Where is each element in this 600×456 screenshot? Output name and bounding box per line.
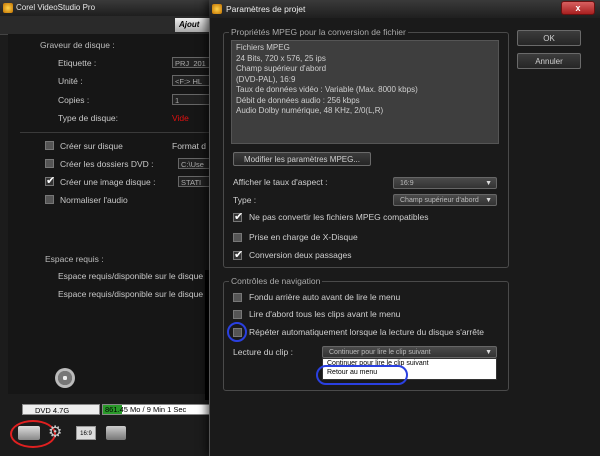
gear-icon[interactable]: ⚙ xyxy=(48,425,66,441)
no-convert-mpeg-label: Ne pas convertir les fichiers MPEG compa… xyxy=(249,212,429,222)
auto-repeat-label: Répéter automatiquement lorsque la lectu… xyxy=(249,327,485,337)
create-on-disc-checkbox[interactable] xyxy=(45,141,54,150)
info-line: Taux de données vidéo : Variable (Max. 8… xyxy=(236,85,418,94)
info-line: 24 Bits, 720 x 576, 25 ips xyxy=(236,53,326,63)
navigation-group-title: Contrôles de navigation xyxy=(229,276,323,286)
disc-usage-text: 861.45 Mo / 9 Min 1 Sec xyxy=(105,405,187,414)
disc-writer-header: Graveur de disque : xyxy=(40,40,115,50)
clip-playback-dropdown[interactable]: Continuer pour lire le clip suivant ▼ xyxy=(322,346,497,358)
info-line: (DVD-PAL), 16:9 xyxy=(236,74,296,84)
modify-mpeg-button[interactable]: Modifier les paramètres MPEG... xyxy=(233,152,371,166)
clip-playback-value: Continuer pour lire le clip suivant xyxy=(329,349,431,356)
dialog-app-icon xyxy=(212,4,222,14)
highlight-circle xyxy=(227,322,247,342)
ok-button[interactable]: OK xyxy=(517,30,581,46)
normalize-audio-label: Normaliser l'audio xyxy=(60,195,128,205)
create-disc-image-label: Créer une image disque : xyxy=(60,177,156,187)
divider xyxy=(20,132,210,133)
two-pass-checkbox[interactable]: ✔ xyxy=(233,249,244,261)
disc-image-path[interactable]: STATI xyxy=(178,176,210,187)
drive-select[interactable]: <F:> HL xyxy=(172,75,210,86)
space-line-2: Espace requis/disponible sur le disque xyxy=(58,289,204,299)
aspect-value: 16:9 xyxy=(400,180,414,187)
aspect-dropdown[interactable]: 16:9 ▼ xyxy=(393,177,497,189)
dialog-title: Paramètres de projet xyxy=(209,0,600,18)
app-logo-icon xyxy=(3,3,13,13)
checkmark-icon: ✔ xyxy=(234,211,244,223)
label-input[interactable]: PRJ_201 xyxy=(172,57,210,68)
checkmark-icon: ✔ xyxy=(46,175,56,187)
create-dvd-folders-checkbox[interactable] xyxy=(45,159,54,168)
copies-field-label: Copies : xyxy=(58,95,90,105)
aspect-label: Afficher le taux d'aspect : xyxy=(233,177,328,187)
disc-usage-bar: 861.45 Mo / 9 Min 1 Sec xyxy=(102,404,210,415)
two-pass-label: Conversion deux passages xyxy=(249,250,352,260)
cancel-button[interactable]: Annuler xyxy=(517,53,581,69)
play-all-first-label: Lire d'abord tous les clips avant le men… xyxy=(249,309,401,319)
copies-input[interactable]: 1 xyxy=(172,94,210,105)
x-disc-label: Prise en charge de X-Disque xyxy=(249,232,358,242)
disc-type-label: Type de disque: xyxy=(58,113,119,123)
space-header: Espace requis : xyxy=(45,254,104,264)
ajout-button[interactable]: Ajout xyxy=(175,18,211,32)
checkmark-icon: ✔ xyxy=(234,249,244,261)
normalize-audio-checkbox[interactable] xyxy=(45,195,54,204)
space-line-1: Espace requis/disponible sur le disque xyxy=(58,271,204,281)
info-line: Débit de données audio : 256 kbps xyxy=(236,95,360,105)
chevron-down-icon: ▼ xyxy=(485,180,492,187)
fade-menu-label: Fondu arrière auto avant de lire le menu xyxy=(249,292,401,302)
dvd-folders-path[interactable]: C:\Use xyxy=(178,158,210,169)
type-dropdown[interactable]: Champ supérieur d'abord ▼ xyxy=(393,194,497,206)
chevron-down-icon: ▼ xyxy=(485,197,492,204)
print-icon[interactable] xyxy=(106,426,126,440)
x-disc-checkbox[interactable] xyxy=(233,233,242,242)
create-disc-image-checkbox[interactable]: ✔ xyxy=(45,175,56,187)
create-on-disc-label: Créer sur disque xyxy=(60,141,123,151)
mpeg-group-title: Propriétés MPEG pour la conversion de fi… xyxy=(229,27,408,37)
type-label: Type : xyxy=(233,195,257,205)
fade-menu-checkbox[interactable] xyxy=(233,293,242,302)
disc-size-select[interactable]: DVD 4.7G xyxy=(22,404,100,415)
info-line: Audio Dolby numérique, 48 KHz, 2/0(L,R) xyxy=(236,106,384,115)
format-label: Format d xyxy=(172,141,207,151)
close-button[interactable]: x xyxy=(561,1,595,15)
app-title: Corel VideoStudio Pro xyxy=(0,0,210,16)
label-field-label: Etiquette : xyxy=(58,58,97,68)
info-line: Fichiers MPEG xyxy=(236,43,290,52)
chevron-down-icon: ▼ xyxy=(485,349,492,356)
burn-panel xyxy=(8,34,210,394)
mpeg-info-box: Fichiers MPEG 24 Bits, 720 x 576, 25 ips… xyxy=(231,40,499,144)
no-convert-mpeg-checkbox[interactable]: ✔ xyxy=(233,211,244,223)
create-dvd-folders-label: Créer les dossiers DVD : xyxy=(60,159,154,169)
type-value: Champ supérieur d'abord xyxy=(400,197,479,204)
play-all-first-checkbox[interactable] xyxy=(233,310,242,319)
drive-field-label: Unité : xyxy=(58,76,83,86)
aspect-icon[interactable]: 16:9 xyxy=(76,426,96,440)
disc-type-value: Vide xyxy=(172,113,189,123)
highlight-ellipse xyxy=(316,365,408,385)
disc-icon xyxy=(55,368,75,388)
clip-playback-label: Lecture du clip : xyxy=(233,347,294,357)
info-line: Champ supérieur d'abord xyxy=(236,64,327,73)
